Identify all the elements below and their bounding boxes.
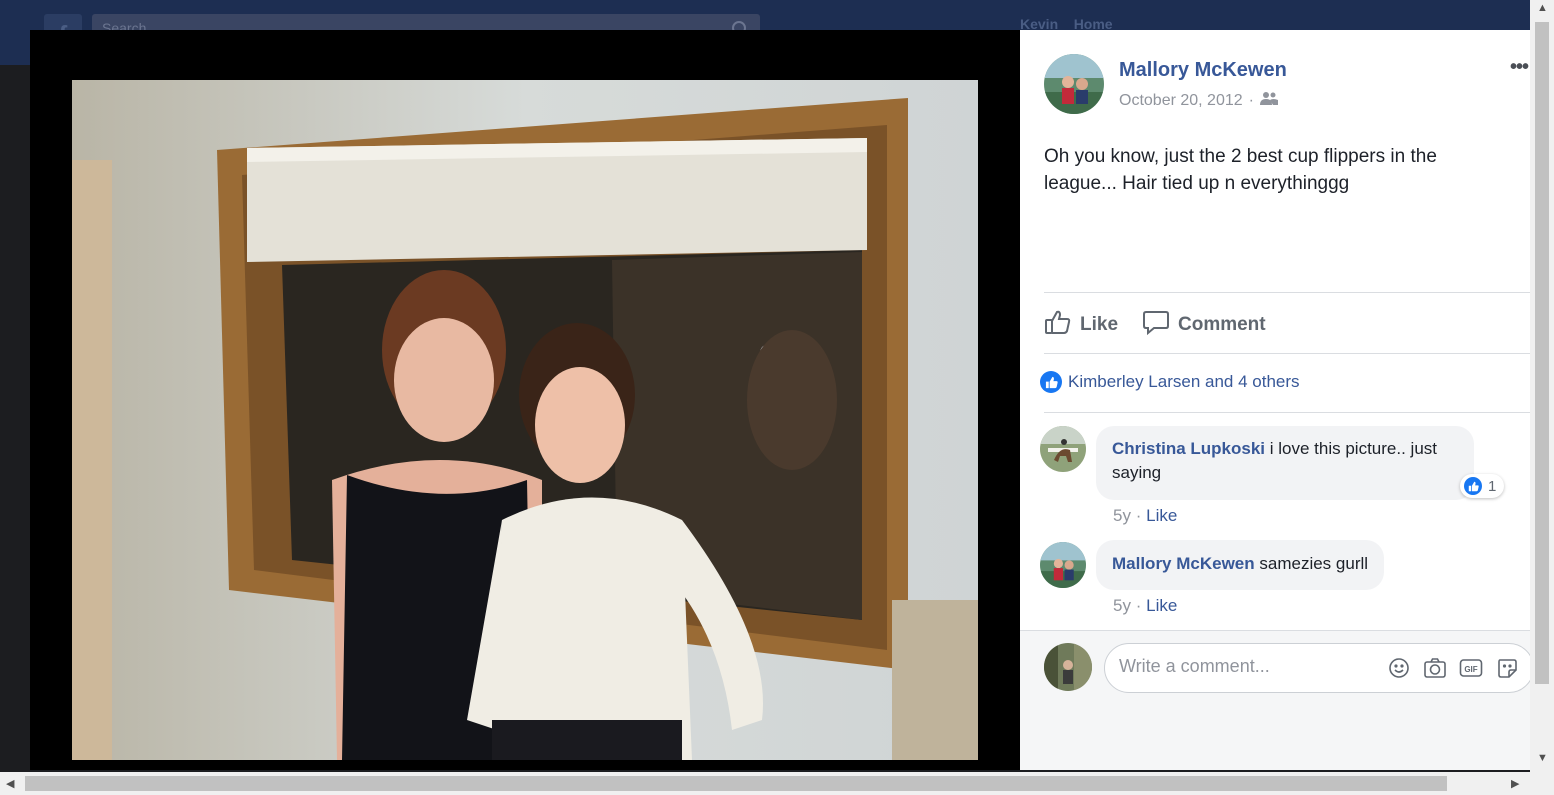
sticker-icon[interactable] xyxy=(1495,656,1519,680)
post-sidebar: Mallory McKewen October 20, 2012 · ••• O… xyxy=(1020,30,1534,770)
scroll-up-arrow-icon[interactable]: ▲ xyxy=(1537,2,1548,14)
comment-author-link[interactable]: Christina Lupkoski xyxy=(1112,439,1265,458)
comment-like-link[interactable]: Like xyxy=(1146,596,1177,615)
friends-icon[interactable] xyxy=(1259,91,1278,110)
post-date-link[interactable]: October 20, 2012 xyxy=(1119,92,1243,110)
comment-like-link[interactable]: Like xyxy=(1146,506,1177,525)
comment-age[interactable]: 5y xyxy=(1113,596,1131,615)
horizontal-scrollbar-thumb[interactable] xyxy=(25,776,1447,791)
post-meta: October 20, 2012 · xyxy=(1119,91,1278,110)
comment-button[interactable]: Comment xyxy=(1142,308,1266,342)
comment-meta: 5y · Like xyxy=(1113,506,1178,525)
author-name-link[interactable]: Mallory McKewen xyxy=(1119,59,1287,82)
divider xyxy=(1044,353,1530,354)
thumbs-up-icon xyxy=(1044,308,1072,342)
comment-icon xyxy=(1142,308,1170,342)
composer-icons: GIF xyxy=(1387,656,1519,680)
more-options-button[interactable]: ••• xyxy=(1510,56,1529,79)
viewer-avatar[interactable] xyxy=(1044,643,1092,691)
emoji-icon[interactable] xyxy=(1387,656,1411,680)
author-avatar[interactable] xyxy=(1044,54,1104,114)
like-reaction-icon xyxy=(1464,477,1482,495)
divider xyxy=(1044,292,1530,293)
scroll-right-arrow-icon[interactable]: ▶ xyxy=(1511,777,1519,790)
meta-separator: · xyxy=(1248,91,1254,109)
comment-age[interactable]: 5y xyxy=(1113,506,1131,525)
comment-label: Comment xyxy=(1178,314,1266,335)
comment-text: samezies gurll xyxy=(1254,554,1369,573)
gif-icon[interactable]: GIF xyxy=(1459,656,1483,680)
comment-input[interactable] xyxy=(1119,656,1369,677)
commenter-avatar[interactable] xyxy=(1040,542,1086,588)
like-button[interactable]: Like xyxy=(1044,308,1118,342)
comment-meta: 5y · Like xyxy=(1113,596,1178,615)
camera-icon[interactable] xyxy=(1423,656,1447,680)
comment-author-link[interactable]: Mallory McKewen xyxy=(1112,554,1255,573)
photo-stage xyxy=(30,30,1020,770)
post-text: Oh you know, just the 2 best cup flipper… xyxy=(1044,146,1437,194)
like-label: Like xyxy=(1080,314,1119,335)
comment-reaction-count[interactable]: 1 xyxy=(1460,474,1505,498)
svg-text:GIF: GIF xyxy=(1464,665,1477,674)
comment-composer-area: GIF xyxy=(1020,630,1534,770)
comment-bubble: Mallory McKewen samezies gurll xyxy=(1096,540,1385,590)
scroll-down-arrow-icon[interactable]: ▼ xyxy=(1537,752,1548,764)
scroll-left-arrow-icon[interactable]: ◀ xyxy=(6,777,14,790)
like-reaction-icon xyxy=(1040,371,1062,393)
post-photo[interactable] xyxy=(72,80,978,760)
comment-input-box[interactable]: GIF xyxy=(1104,643,1534,693)
vertical-scrollbar-thumb[interactable] xyxy=(1535,22,1549,684)
horizontal-scrollbar[interactable]: ◀ ▶ xyxy=(0,772,1554,795)
commenter-avatar[interactable] xyxy=(1040,426,1086,472)
comment-bubble: Christina Lupkoski i love this picture..… xyxy=(1096,426,1474,500)
divider xyxy=(1044,412,1530,413)
reactions-summary-text: Kimberley Larsen and 4 others xyxy=(1068,372,1300,391)
reactions-summary[interactable]: Kimberley Larsen and 4 others xyxy=(1040,371,1300,393)
